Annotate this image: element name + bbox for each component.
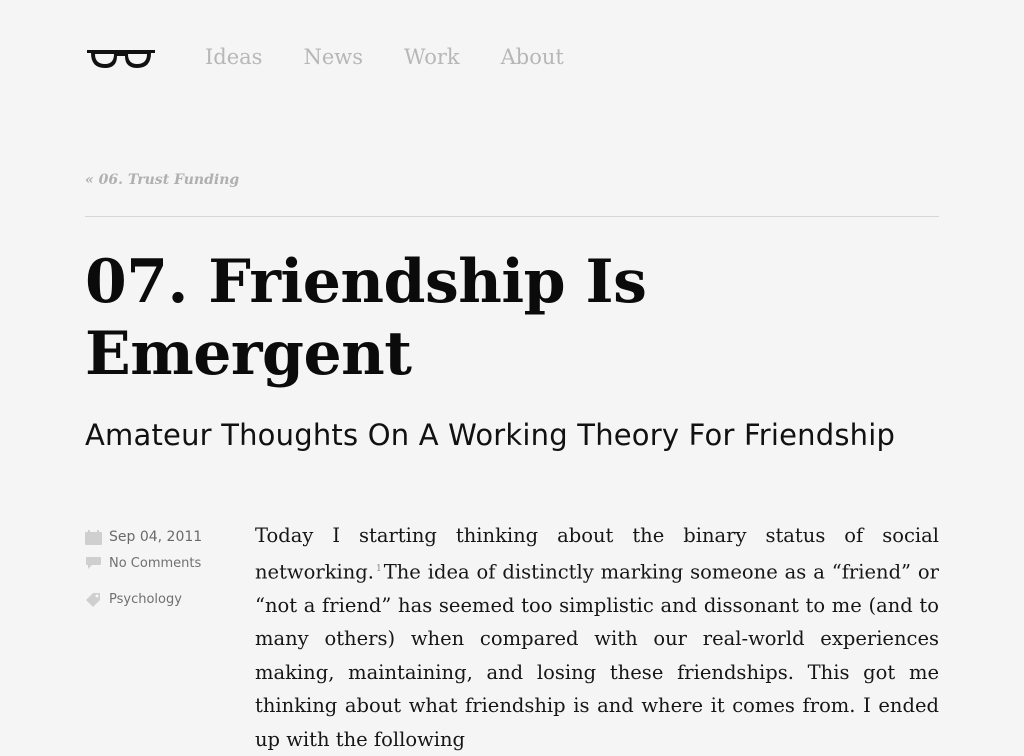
nav-item-news[interactable]: News <box>303 45 363 69</box>
main-nav: Ideas News Work About <box>205 45 564 69</box>
body-text-part2: The idea of distinctly marking someone a… <box>255 560 939 751</box>
nav-item-ideas[interactable]: Ideas <box>205 45 262 69</box>
post-body: Today I starting thinking about the bina… <box>255 519 939 756</box>
calendar-icon <box>85 529 102 545</box>
post-category-link[interactable]: Psychology <box>109 592 182 607</box>
tag-icon <box>86 592 100 607</box>
post-comments-link[interactable]: No Comments <box>109 556 201 571</box>
divider <box>85 216 939 217</box>
post-date-row: Sep 04, 2011 <box>85 528 235 546</box>
post-date: Sep 04, 2011 <box>109 529 203 545</box>
nav-item-about[interactable]: About <box>501 45 564 69</box>
site-header: Ideas News Work About <box>85 40 945 80</box>
post-meta: Sep 04, 2011 No Comments Psychology <box>85 528 235 608</box>
nav-item-work[interactable]: Work <box>404 45 460 69</box>
post-comments-row: No Comments <box>85 554 235 572</box>
footnote-link[interactable]: 1 <box>376 564 382 574</box>
comment-icon <box>86 557 101 569</box>
post-subtitle: Amateur Thoughts On A Working Theory For… <box>85 418 896 452</box>
eyeglasses-icon[interactable] <box>85 48 157 70</box>
post-category-row: Psychology <box>85 590 235 608</box>
post-title: 07. Friendship Is Emergent <box>85 247 647 389</box>
previous-post-link[interactable]: « 06. Trust Funding <box>85 172 239 188</box>
